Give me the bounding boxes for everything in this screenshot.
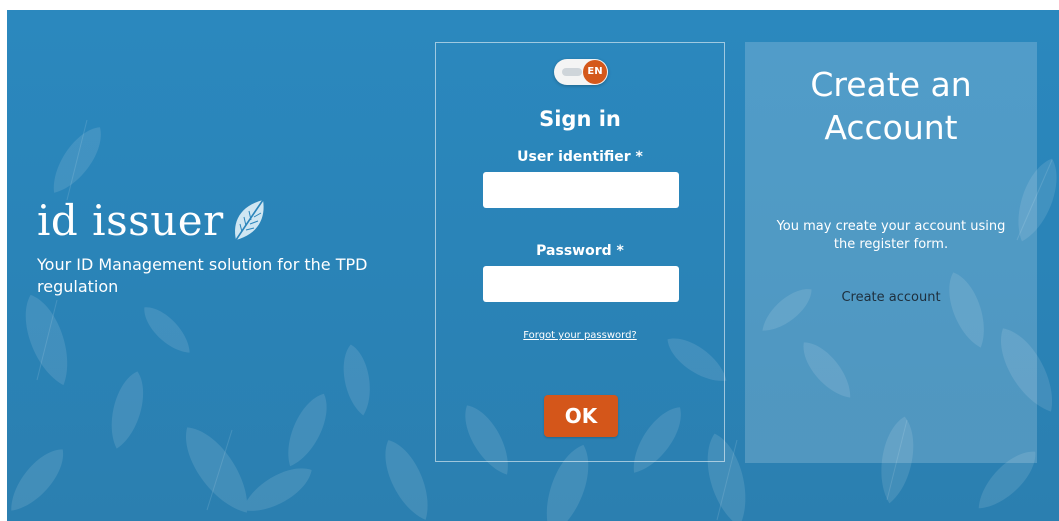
forgot-password-link[interactable]: Forgot your password?: [436, 330, 724, 341]
create-account-title: Create an Account: [810, 65, 972, 147]
tagline: Your ID Management solution for the TPD …: [37, 255, 368, 296]
leaf-icon: [234, 199, 264, 241]
logo: id issuer: [37, 198, 417, 242]
user-identifier-input[interactable]: [483, 172, 679, 208]
create-account-link[interactable]: Create account: [745, 290, 1037, 305]
language-badge: EN: [583, 60, 607, 84]
password-label: Password *: [536, 243, 624, 259]
signin-title: Sign in: [539, 107, 621, 131]
create-account-panel: Create an Account You may create your ac…: [745, 42, 1037, 463]
language-toggle[interactable]: EN: [554, 59, 608, 85]
create-account-description: You may create your account using the re…: [776, 219, 1006, 253]
user-identifier-label: User identifier *: [517, 149, 643, 165]
password-input[interactable]: [483, 266, 679, 302]
logo-text: id issuer: [37, 196, 224, 245]
brand-section: id issuer Your ID Management solution fo…: [37, 198, 417, 297]
signin-panel: EN Sign in User identifier * Password * …: [435, 42, 725, 462]
toggle-track: [562, 68, 582, 76]
login-page: id issuer Your ID Management solution fo…: [7, 10, 1059, 521]
ok-button[interactable]: OK: [544, 395, 618, 437]
